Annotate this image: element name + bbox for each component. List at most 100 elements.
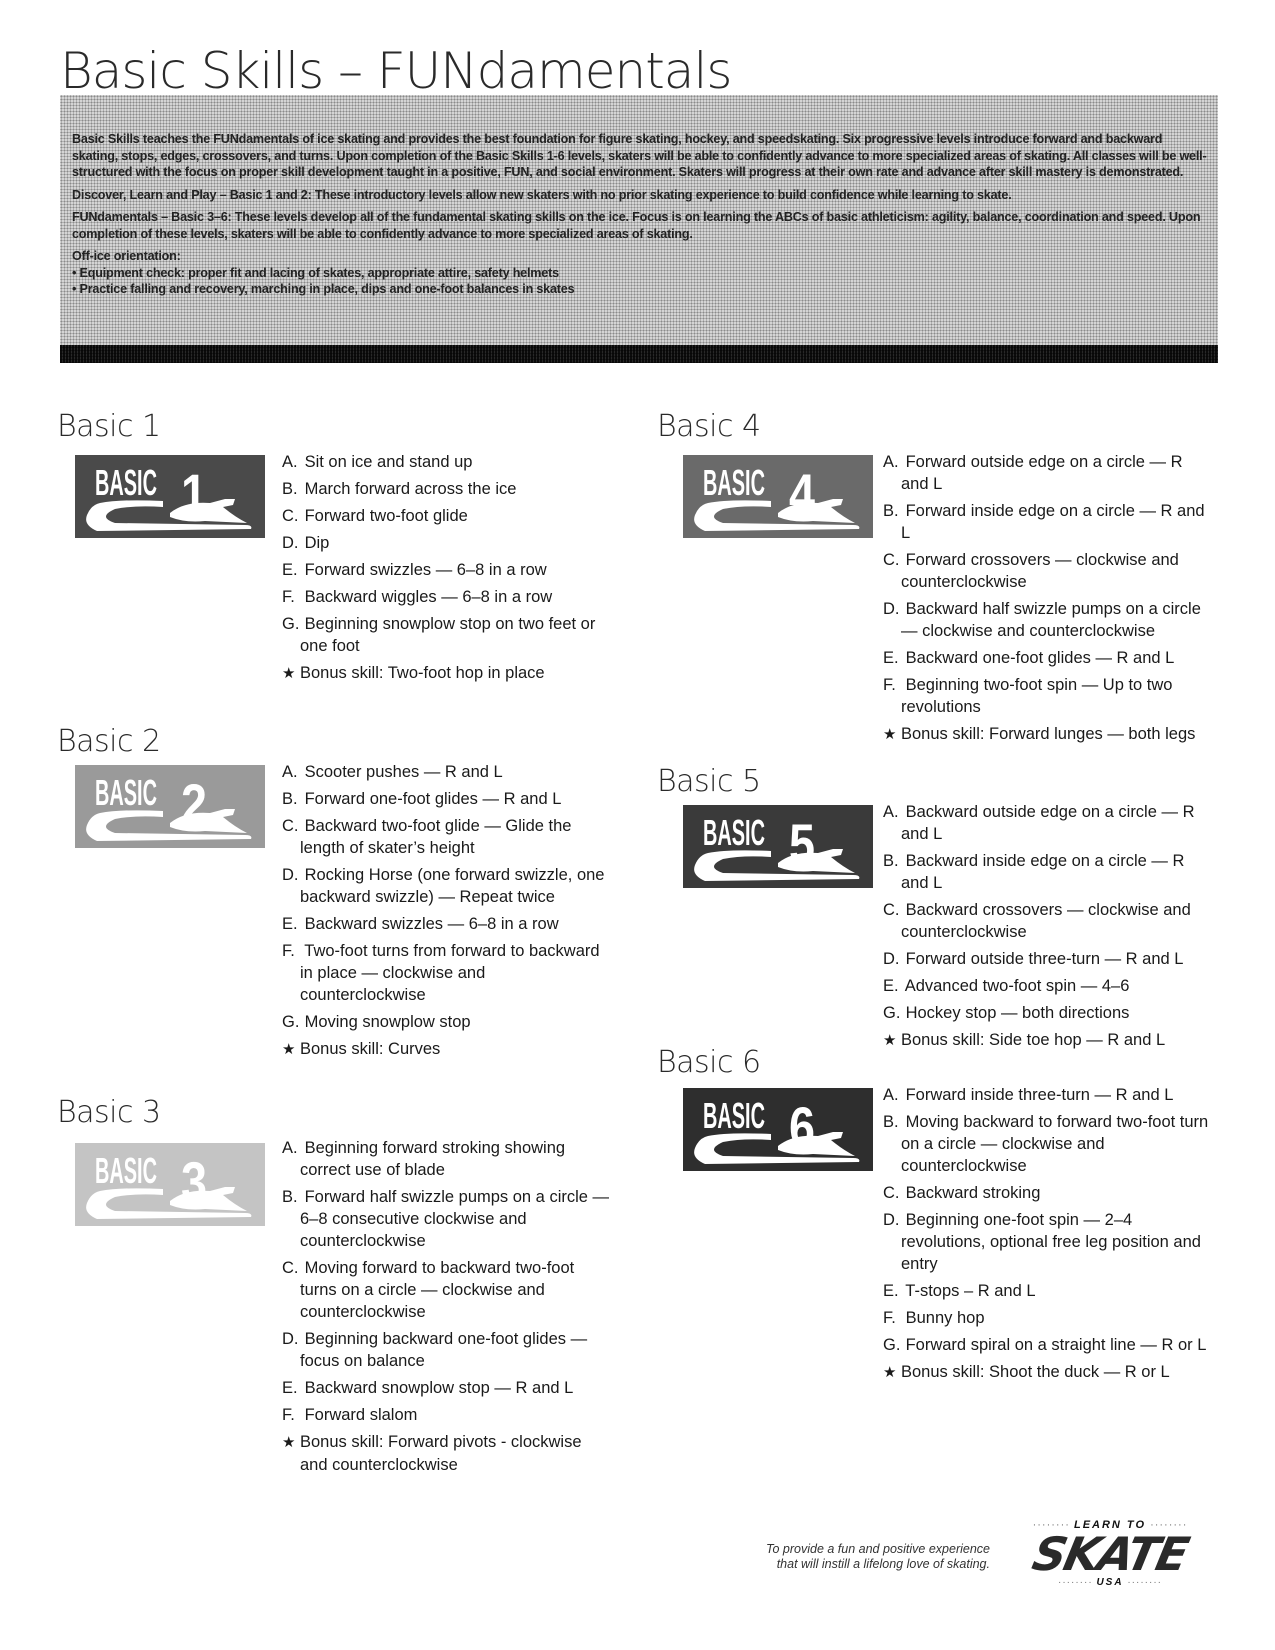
skill-item: F. Beginning two-foot spin — Up to two r… [883,674,1213,718]
skill-letter: C. [282,507,299,525]
bonus-skill: ★ Bonus skill: Forward pivots - clockwise… [282,1431,612,1476]
star-icon: ★ [883,1364,897,1381]
skill-item: F. Bunny hop [883,1307,1213,1329]
skill-text: Forward inside three-turn — R and L [905,1086,1174,1104]
badge-word: BASIC [703,463,765,503]
motto-line: To provide a fun and positive experience [766,1542,990,1556]
star-icon: ★ [282,1434,296,1451]
bonus-skill: ★ Bonus skill: Two-foot hop in place [282,662,612,685]
logo-main-text: SKATE [1027,1527,1193,1581]
skill-item: E. Advanced two-foot spin — 4–6 [883,975,1213,997]
skill-item: B. Forward one-foot glides — R and L [282,788,612,810]
skill-item: B. Backward inside edge on a circle — R … [883,850,1213,894]
skill-text: T-stops – R and L [905,1282,1036,1300]
skill-text: Beginning two-foot spin — Up to two revo… [901,676,1173,716]
bonus-skill: ★ Bonus skill: Shoot the duck — R or L [883,1361,1213,1384]
skill-text: Backward wiggles — 6–8 in a row [304,588,553,606]
skill-text: Beginning forward stroking showing corre… [300,1139,566,1179]
skill-letter: G. [282,1013,300,1031]
skill-text: Dip [304,534,330,552]
skill-letter: C. [883,551,900,569]
skill-item: A. Scooter pushes — R and L [282,761,612,783]
off-ice-item: • Practice falling and recovery, marchin… [72,282,575,296]
off-ice-orientation: Off-ice orientation: • Equipment check: … [72,248,1208,298]
skill-item: E. T-stops – R and L [883,1280,1213,1302]
basic-level-badge-icon: BASIC 4 [683,455,873,538]
skill-item: C. Forward crossovers — clockwise and co… [883,549,1213,593]
off-ice-item: • Equipment check: proper fit and lacing… [72,265,559,280]
skill-item: A. Beginning forward stroking showing co… [282,1137,612,1181]
skill-text: Two-foot turns from forward to backward … [300,942,600,1004]
bonus-skill-text: Bonus skill: Forward lunges — both legs [901,725,1196,743]
skill-text: Forward slalom [304,1406,418,1424]
bonus-skill-text: Bonus skill: Two-foot hop in place [300,664,545,682]
skill-text: March forward across the ice [304,480,517,498]
skill-item: D. Beginning one-foot spin — 2–4 revolut… [883,1209,1213,1275]
skill-text: Moving backward to forward two-foot turn… [901,1113,1209,1175]
skills-list: A. Sit on ice and stand up B. March forwa… [282,451,612,690]
skill-letter: F. [282,1406,295,1424]
intro-paragraph: Basic Skills teaches the FUNdamentals of… [72,132,1207,179]
bonus-skill-text: Bonus skill: Side toe hop — R and L [901,1031,1166,1049]
skill-text: Backward half swizzle pumps on a circle … [901,600,1201,640]
badge-word: BASIC [703,1096,765,1136]
skill-letter: C. [883,1184,900,1202]
skill-text: Rocking Horse (one forward swizzle, one … [300,866,605,906]
skill-letter: C. [883,901,900,919]
skill-letter: G. [883,1004,901,1022]
skill-letter: G. [282,615,300,633]
skill-text: Bunny hop [905,1309,985,1327]
basic-level-badge-icon: BASIC 2 [75,765,265,848]
page-title: Basic Skills – FUNdamentals [60,42,732,100]
skill-text: Backward stroking [905,1184,1041,1202]
skill-letter: B. [282,790,298,808]
skill-letter: D. [282,866,299,884]
basic-level-badge-icon: BASIC 5 [683,805,873,888]
bonus-skill: ★ Bonus skill: Side toe hop — R and L [883,1029,1213,1052]
skill-item: A. Backward outside edge on a circle — R… [883,801,1213,845]
skill-item: C. Moving forward to backward two-foot t… [282,1257,612,1323]
level-heading: Basic 3 [57,1095,161,1130]
skill-text: Backward crossovers — clockwise and coun… [901,901,1191,941]
skill-letter: D. [883,950,900,968]
skill-text: Moving snowplow stop [304,1013,471,1031]
level-heading: Basic 4 [657,409,761,444]
skill-item: G. Beginning snowplow stop on two feet o… [282,613,612,657]
skills-list: A. Backward outside edge on a circle — R… [883,801,1213,1057]
skill-item: E. Backward snowplow stop — R and L [282,1377,612,1399]
skill-item: B. March forward across the ice [282,478,612,500]
level-heading: Basic 5 [657,764,761,799]
skill-item: C. Backward stroking [883,1182,1213,1204]
skill-item: B. Moving backward to forward two-foot t… [883,1111,1213,1177]
skill-text: Backward one-foot glides — R and L [905,649,1175,667]
skill-item: F. Backward wiggles — 6–8 in a row [282,586,612,608]
skill-letter: B. [282,480,298,498]
skill-letter: C. [282,1259,299,1277]
skill-text: Beginning one-foot spin — 2–4 revolution… [901,1211,1201,1273]
star-icon: ★ [883,1032,897,1049]
skill-item: C. Backward crossovers — clockwise and c… [883,899,1213,943]
skill-letter: B. [883,852,899,870]
skills-list: A. Scooter pushes — R and L B. Forward on… [282,761,612,1066]
skills-list: A. Forward inside three-turn — R and L B.… [883,1084,1213,1389]
skill-text: Beginning snowplow stop on two feet or o… [300,615,596,655]
skill-text: Moving forward to backward two-foot turn… [300,1259,575,1321]
skill-letter: A. [282,453,298,471]
skill-item: A. Forward outside edge on a circle — R … [883,451,1213,495]
skill-text: Advanced two-foot spin — 4–6 [904,977,1130,995]
skill-text: Backward two-foot glide — Glide the leng… [300,817,572,857]
star-icon: ★ [282,665,296,682]
basic-level-badge-icon: BASIC 6 [683,1088,873,1171]
skill-item: A. Sit on ice and stand up [282,451,612,473]
bonus-skill-text: Bonus skill: Shoot the duck — R or L [901,1363,1170,1381]
skill-letter: D. [282,1330,299,1348]
skill-letter: A. [883,453,899,471]
star-icon: ★ [282,1041,296,1058]
level-heading: Basic 2 [57,724,161,759]
basic-level-badge-icon: BASIC 3 [75,1143,265,1226]
skill-item: E. Backward one-foot glides — R and L [883,647,1213,669]
skill-item: E. Backward swizzles — 6–8 in a row [282,913,612,935]
skill-letter: E. [282,561,298,579]
skill-item: C. Forward two-foot glide [282,505,612,527]
skill-text: Backward outside edge on a circle — R an… [901,803,1195,843]
